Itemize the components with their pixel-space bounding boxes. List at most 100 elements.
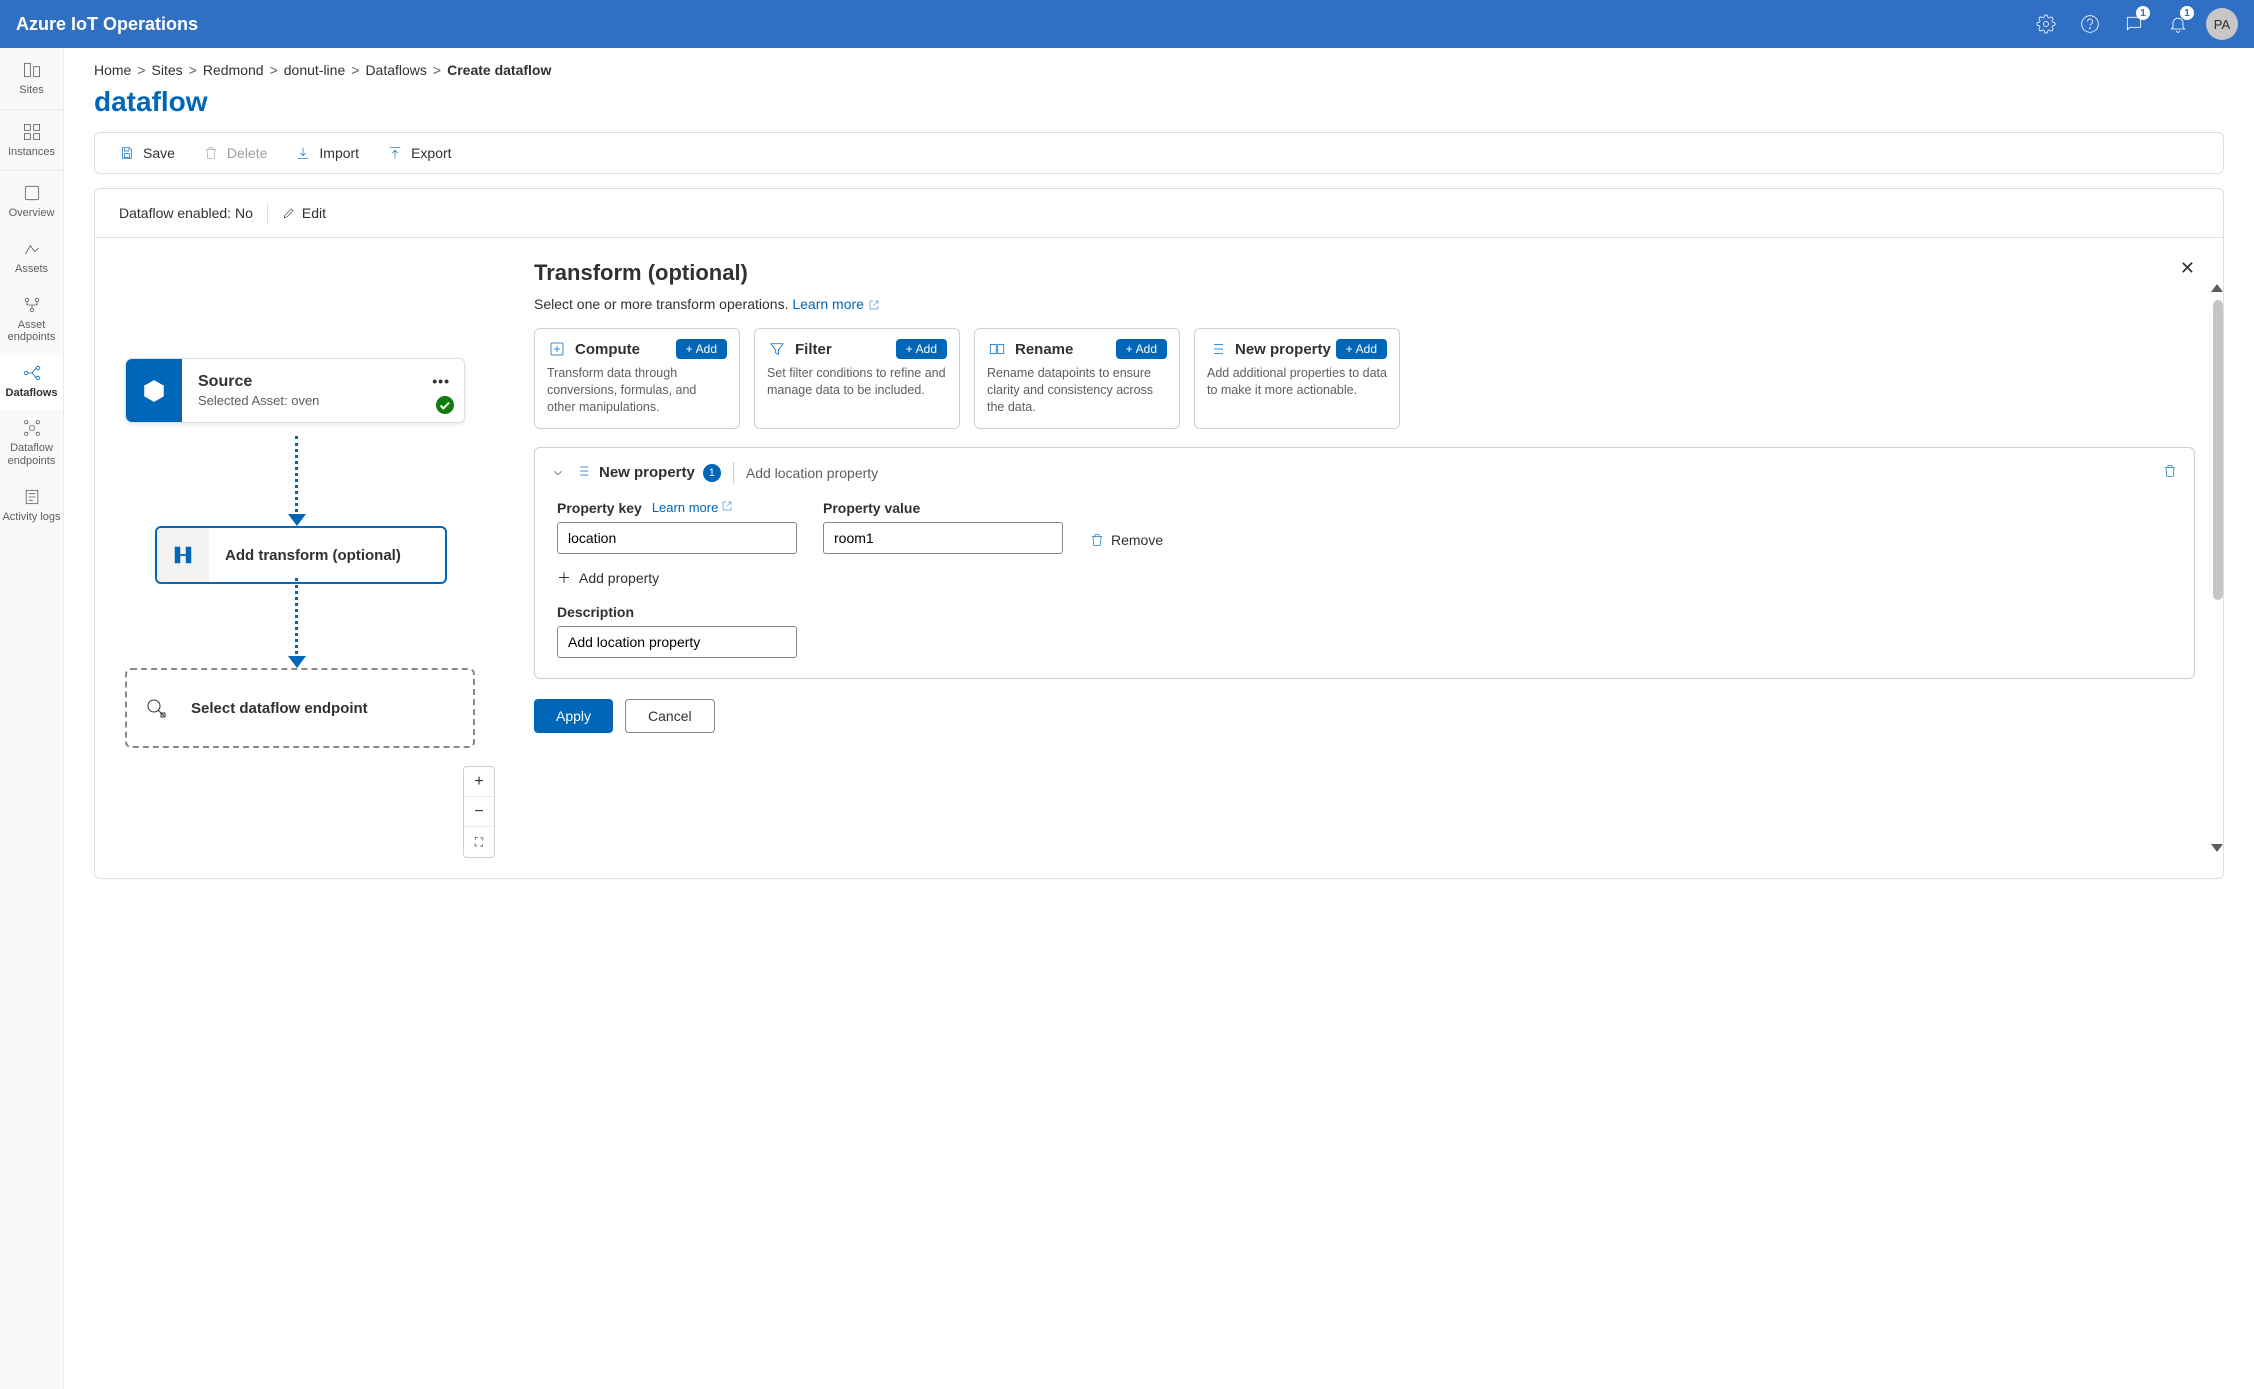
- delete-label: Delete: [227, 145, 267, 161]
- breadcrumb-sites[interactable]: Sites: [152, 62, 183, 78]
- transform-label: Add transform (optional): [209, 547, 417, 564]
- more-icon[interactable]: •••: [432, 373, 450, 389]
- edit-button[interactable]: Edit: [282, 205, 326, 221]
- avatar[interactable]: PA: [2206, 8, 2238, 40]
- breadcrumb-dataflows[interactable]: Dataflows: [365, 62, 426, 78]
- canvas[interactable]: Source Selected Asset: oven •••: [95, 238, 515, 878]
- add-property-button[interactable]: ＋ Add property: [557, 568, 659, 588]
- nav-assets[interactable]: Assets: [0, 231, 63, 287]
- prop-val-label: Property value: [823, 500, 920, 516]
- prop-key-label: Property key: [557, 500, 642, 516]
- save-label: Save: [143, 145, 175, 161]
- nav-instances[interactable]: Instances: [0, 114, 63, 172]
- block-name: New property: [599, 464, 695, 481]
- learn-more-link[interactable]: Learn more: [652, 500, 733, 515]
- nav-overview[interactable]: Overview: [0, 175, 63, 231]
- zoom-in-button[interactable]: +: [464, 767, 494, 797]
- delete-block-button[interactable]: [2162, 463, 2178, 482]
- remove-label: Remove: [1111, 532, 1163, 548]
- list-icon: [575, 463, 591, 482]
- nav-assets-label: Assets: [15, 263, 48, 276]
- list-icon: [1207, 339, 1227, 359]
- transform-node[interactable]: Add transform (optional): [155, 526, 447, 584]
- op-compute-name: Compute: [575, 341, 676, 358]
- export-label: Export: [411, 145, 451, 161]
- op-newprop-desc: Add additional properties to data to mak…: [1207, 365, 1387, 399]
- op-card-compute: Compute + Add Transform data through con…: [534, 328, 740, 429]
- property-key-input[interactable]: [557, 522, 797, 554]
- op-card-rename: Rename + Add Rename datapoints to ensure…: [974, 328, 1180, 429]
- nav-sites-label: Sites: [19, 84, 43, 97]
- zoom-fit-button[interactable]: ⛶: [464, 827, 494, 857]
- close-icon[interactable]: ✕: [2180, 258, 2195, 279]
- export-button[interactable]: Export: [387, 145, 451, 161]
- endpoint-node[interactable]: Select dataflow endpoint: [125, 668, 475, 748]
- arrow-icon: [288, 656, 306, 668]
- source-title: Source: [198, 373, 448, 391]
- breadcrumb-instance[interactable]: donut-line: [284, 62, 346, 78]
- target-icon: [127, 696, 185, 720]
- edit-label: Edit: [302, 205, 326, 221]
- nav-instances-label: Instances: [8, 146, 55, 159]
- nav-asset-endpoints[interactable]: Asset endpoints: [0, 287, 63, 355]
- nav-dataflows[interactable]: Dataflows: [0, 355, 63, 411]
- op-card-filter: Filter + Add Set filter conditions to re…: [754, 328, 960, 429]
- nav-asset-endpoints-label: Asset endpoints: [2, 319, 61, 344]
- breadcrumb-sep: >: [137, 62, 145, 78]
- settings-icon[interactable]: [2024, 2, 2068, 46]
- nav-dataflow-endpoints[interactable]: Dataflow endpoints: [0, 410, 63, 478]
- op-card-new-property: New property + Add Add additional proper…: [1194, 328, 1400, 429]
- external-link-icon: [721, 500, 733, 515]
- nav-dataflow-endpoints-label: Dataflow endpoints: [2, 442, 61, 467]
- connector: [295, 436, 298, 518]
- breadcrumb: Home > Sites > Redmond > donut-line > Da…: [94, 62, 2224, 78]
- scroll-thumb[interactable]: [2213, 300, 2223, 600]
- help-icon[interactable]: [2068, 2, 2112, 46]
- transform-panel-subtitle: Select one or more transform operations.…: [534, 296, 2195, 314]
- plus-icon: ＋: [557, 568, 571, 588]
- scroll-up-icon[interactable]: [2211, 284, 2223, 292]
- breadcrumb-home[interactable]: Home: [94, 62, 131, 78]
- chevron-down-icon[interactable]: [551, 466, 565, 480]
- connector: [295, 578, 298, 660]
- add-compute-button[interactable]: + Add: [676, 339, 727, 359]
- status-bar: Dataflow enabled: No Edit: [95, 189, 2223, 238]
- external-link-icon: [868, 298, 880, 314]
- endpoint-label: Select dataflow endpoint: [185, 700, 368, 717]
- breadcrumb-site[interactable]: Redmond: [203, 62, 264, 78]
- nav-sites[interactable]: Sites: [0, 52, 63, 110]
- status-divider: [267, 203, 268, 223]
- scroll-down-icon[interactable]: [2211, 844, 2223, 852]
- source-node[interactable]: Source Selected Asset: oven •••: [125, 358, 465, 423]
- zoom-controls: + − ⛶: [463, 766, 495, 858]
- learn-more-link[interactable]: Learn more: [792, 296, 879, 312]
- app-title: Azure IoT Operations: [16, 14, 198, 35]
- source-subtitle: Selected Asset: oven: [198, 393, 448, 408]
- left-nav: Sites Instances Overview Assets Asset en…: [0, 48, 64, 1389]
- description-input[interactable]: [557, 626, 797, 658]
- op-compute-desc: Transform data through conversions, form…: [547, 365, 727, 416]
- property-value-input[interactable]: [823, 522, 1063, 554]
- import-label: Import: [319, 145, 359, 161]
- nav-overview-label: Overview: [9, 207, 55, 220]
- op-newprop-name: New property: [1235, 341, 1336, 358]
- op-rename-desc: Rename datapoints to ensure clarity and …: [987, 365, 1167, 416]
- feedback-icon[interactable]: 1: [2112, 2, 2156, 46]
- add-property-label: Add property: [579, 570, 659, 586]
- cancel-button[interactable]: Cancel: [625, 699, 715, 733]
- arrow-icon: [288, 514, 306, 526]
- remove-property-button[interactable]: Remove: [1089, 532, 1163, 548]
- apply-button[interactable]: Apply: [534, 699, 613, 733]
- filter-icon: [767, 339, 787, 359]
- nav-activity-logs[interactable]: Activity logs: [0, 479, 63, 535]
- zoom-out-button[interactable]: −: [464, 797, 494, 827]
- notifications-icon[interactable]: 1: [2156, 2, 2200, 46]
- save-button[interactable]: Save: [119, 145, 175, 161]
- add-filter-button[interactable]: + Add: [896, 339, 947, 359]
- add-rename-button[interactable]: + Add: [1116, 339, 1167, 359]
- transform-panel-title: Transform (optional): [534, 260, 2195, 286]
- delete-button: Delete: [203, 145, 267, 161]
- main: Home > Sites > Redmond > donut-line > Da…: [64, 48, 2254, 1389]
- add-new-property-button[interactable]: + Add: [1336, 339, 1387, 359]
- import-button[interactable]: Import: [295, 145, 359, 161]
